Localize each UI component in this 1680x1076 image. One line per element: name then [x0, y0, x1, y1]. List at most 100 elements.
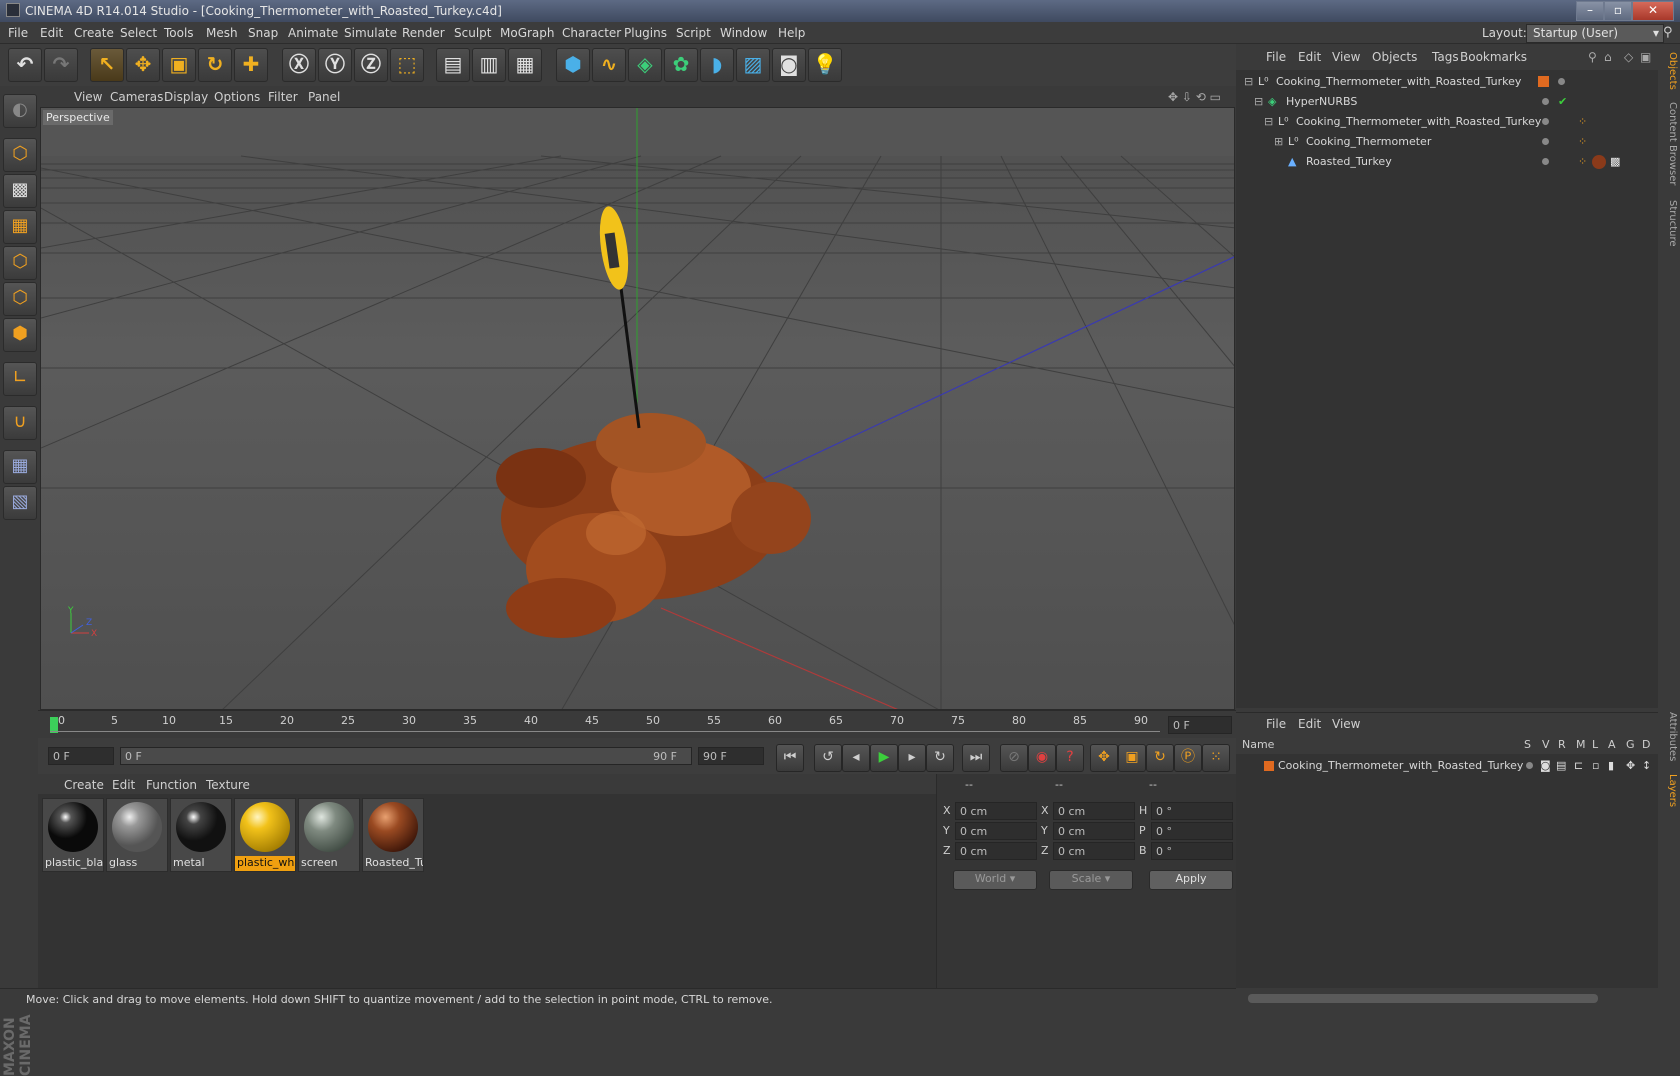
object-menu-objects[interactable]: Objects	[1372, 50, 1417, 64]
undo-icon[interactable]: ↶	[8, 48, 42, 82]
axis-mode-icon[interactable]: ∟	[3, 362, 37, 396]
coordinate-system-icon[interactable]: ⬚	[390, 48, 424, 82]
layer-horizontal-scrollbar[interactable]	[1236, 988, 1658, 1010]
layer-manager-icon[interactable]: ⊏	[1574, 759, 1583, 772]
rotate-icon[interactable]: ↻	[198, 48, 232, 82]
object-menu-file[interactable]: File	[1266, 50, 1286, 64]
minimize-button[interactable]: –	[1576, 1, 1604, 21]
close-button[interactable]: ✕	[1632, 1, 1674, 21]
visibility-dot[interactable]	[1542, 118, 1549, 125]
visibility-dot[interactable]	[1542, 138, 1549, 145]
position-z-field[interactable]: 0 cm	[955, 842, 1037, 860]
apply-button[interactable]: Apply	[1149, 870, 1233, 890]
material-swatch[interactable]: Roasted_Tu	[362, 798, 424, 872]
menu-mograph[interactable]: MoGraph	[500, 26, 555, 40]
layer-menu-file[interactable]: File	[1266, 717, 1286, 731]
key-scale-icon[interactable]: ▣	[1118, 744, 1146, 772]
menu-tools[interactable]: Tools	[164, 26, 194, 40]
side-tab-layers[interactable]: Layers	[1660, 774, 1678, 807]
rotation-b-field[interactable]: 0 °	[1151, 842, 1233, 860]
layer-visible-icon[interactable]: ◙	[1540, 759, 1551, 772]
points-mode-icon[interactable]: ⬡	[3, 246, 37, 280]
material-menu-edit[interactable]: Edit	[112, 778, 135, 792]
deformer-icon[interactable]: ◗	[700, 48, 734, 82]
snap-magnet-icon[interactable]: ∪	[3, 406, 37, 440]
next-key-icon[interactable]: ↻	[926, 744, 954, 772]
perspective-viewport[interactable]: Perspective Y X Z	[40, 107, 1235, 710]
rotation-h-field[interactable]: 0 °	[1151, 802, 1233, 820]
side-tab-structure[interactable]: Structure	[1660, 200, 1678, 247]
object-menu-bookmarks[interactable]: Bookmarks	[1460, 50, 1527, 64]
z-axis-icon[interactable]: Ⓩ	[354, 48, 388, 82]
camera-icon[interactable]: ◙	[772, 48, 806, 82]
timeline-ruler[interactable]: 0 5 10 15 20 25 30 35 40 45 50 55 60 65 …	[38, 710, 1236, 738]
y-axis-icon[interactable]: Ⓨ	[318, 48, 352, 82]
scale-icon[interactable]: ▣	[162, 48, 196, 82]
viewport-menu-panel[interactable]: Panel	[308, 90, 340, 104]
phong-tag-icon[interactable]: ⁘	[1578, 115, 1587, 128]
go-to-start-icon[interactable]: ⏮	[776, 744, 804, 772]
layer-deformer-icon[interactable]: ↕	[1642, 759, 1651, 772]
redo-icon[interactable]: ↷	[44, 48, 78, 82]
mograph-cloner-icon[interactable]: ✿	[664, 48, 698, 82]
material-tag-icon[interactable]	[1592, 155, 1606, 169]
collapse-icon[interactable]: ⊟	[1244, 75, 1253, 88]
layer-generator-icon[interactable]: ✥	[1626, 759, 1635, 772]
workplane-icon[interactable]: ▦	[3, 210, 37, 244]
material-swatch[interactable]: plastic_whi	[234, 798, 296, 872]
object-row[interactable]: ▲ Roasted_Turkey ⁘ ▩	[1236, 152, 1658, 172]
phong-tag-icon[interactable]: ⁘	[1578, 155, 1587, 168]
object-row[interactable]: ⊟ L⁰ Cooking_Thermometer_with_Roasted_Tu…	[1236, 112, 1658, 132]
collapse-icon[interactable]: ⊟	[1254, 95, 1263, 108]
viewport-menu-filter[interactable]: Filter	[268, 90, 298, 104]
menu-script[interactable]: Script	[676, 26, 711, 40]
enabled-check-icon[interactable]: ✔	[1558, 95, 1567, 108]
timeline-end-field[interactable]: 0 F	[1168, 716, 1232, 734]
side-tab-attributes[interactable]: Attributes	[1660, 712, 1678, 761]
material-swatch[interactable]: plastic_bla	[42, 798, 104, 872]
object-menu-edit[interactable]: Edit	[1298, 50, 1321, 64]
material-swatch[interactable]: metal	[170, 798, 232, 872]
locked-workplane-icon[interactable]: ▦	[3, 450, 37, 484]
key-rotation-icon[interactable]: ↻	[1146, 744, 1174, 772]
play-icon[interactable]: ▶	[870, 744, 898, 772]
layer-row[interactable]: Cooking_Thermometer_with_Roasted_Turkey …	[1236, 756, 1658, 776]
live-selection-icon[interactable]: ↖	[90, 48, 124, 82]
render-picture-viewer-icon[interactable]: ▥	[472, 48, 506, 82]
object-row[interactable]: ⊟ L⁰ Cooking_Thermometer_with_Roasted_Tu…	[1236, 72, 1658, 92]
key-position-icon[interactable]: ✥	[1090, 744, 1118, 772]
render-settings-icon[interactable]: ▦	[508, 48, 542, 82]
edges-mode-icon[interactable]: ⬡	[3, 282, 37, 316]
menu-plugins[interactable]: Plugins	[624, 26, 667, 40]
size-z-field[interactable]: 0 cm	[1053, 842, 1135, 860]
floor-icon[interactable]: ▨	[736, 48, 770, 82]
viewport-menu-options[interactable]: Options	[214, 90, 260, 104]
menu-character[interactable]: Character	[562, 26, 621, 40]
autokey-icon[interactable]: ◉	[1028, 744, 1056, 772]
texture-tag-icon[interactable]: ▩	[1610, 155, 1620, 168]
size-mode-select[interactable]: Scale ▾	[1049, 870, 1133, 890]
menu-file[interactable]: File	[8, 26, 28, 40]
key-parameter-icon[interactable]: Ⓟ	[1174, 744, 1202, 772]
make-editable-icon[interactable]: ◐	[3, 94, 37, 128]
rotation-p-field[interactable]: 0 °	[1151, 822, 1233, 840]
key-pla-icon[interactable]: ⁙	[1202, 744, 1230, 772]
material-menu-texture[interactable]: Texture	[206, 778, 250, 792]
material-swatch[interactable]: screen	[298, 798, 360, 872]
add-object-icon[interactable]: ✚	[234, 48, 268, 82]
menu-mesh[interactable]: Mesh	[206, 26, 238, 40]
object-row[interactable]: ⊞ L⁰ Cooking_Thermometer ⁘	[1236, 132, 1658, 152]
texture-mode-icon[interactable]: ▩	[3, 174, 37, 208]
side-tab-content-browser[interactable]: Content Browser	[1660, 102, 1678, 185]
viewport-menu-view[interactable]: View	[74, 90, 102, 104]
maximize-button[interactable]: ▫	[1604, 1, 1632, 21]
frame-range-slider[interactable]: 0 F 90 F	[120, 747, 692, 765]
polygons-mode-icon[interactable]: ⬢	[3, 318, 37, 352]
move-icon[interactable]: ✥	[126, 48, 160, 82]
menu-create[interactable]: Create	[74, 26, 114, 40]
menu-select[interactable]: Select	[120, 26, 157, 40]
nurbs-icon[interactable]: ◈	[628, 48, 662, 82]
max-frame-field[interactable]: 90 F	[698, 747, 764, 765]
home-icon[interactable]: ⌂	[1604, 50, 1612, 64]
menu-snap[interactable]: Snap	[248, 26, 278, 40]
